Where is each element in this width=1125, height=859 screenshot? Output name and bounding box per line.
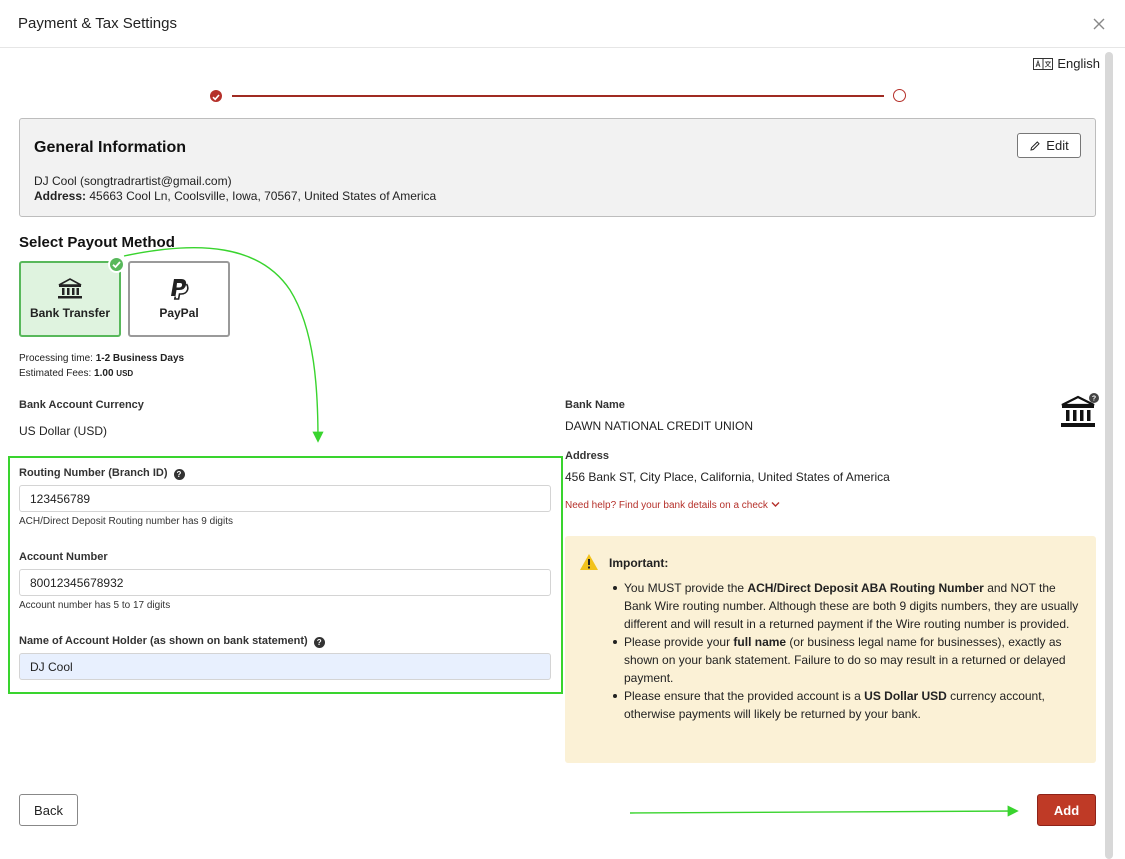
step-complete-icon [210,90,222,102]
annotation-arrow-straight [629,805,1019,817]
address-value: 45663 Cool Ln, Coolsville, Iowa, 70567, … [89,189,437,203]
currency-label: Bank Account Currency [19,399,144,411]
general-information-title: General Information [34,139,187,156]
dialog-title: Payment & Tax Settings [18,15,177,32]
selected-check-icon [108,256,125,273]
user-address: Address: 45663 Cool Ln, Coolsville, Iowa… [34,189,436,203]
chevron-down-icon [771,502,780,507]
processing-time: Processing time: 1-2 Business Days [19,353,184,364]
currency-value: US Dollar (USD) [19,424,108,438]
warning-icon [580,554,598,570]
back-button[interactable]: Back [19,794,78,826]
edit-button[interactable]: Edit [1017,133,1081,158]
payout-method-bank-transfer[interactable]: Bank Transfer [19,261,121,337]
scrollbar[interactable] [1105,52,1113,859]
bank-name-label: Bank Name [565,399,625,411]
step-pending-icon [893,89,906,102]
processing-value: 1-2 Business Days [95,353,185,364]
bank-icon [58,278,82,299]
user-name-email: DJ Cool (songtradrartist@gmail.com) [34,174,232,188]
progress-stepper [210,89,906,103]
close-icon[interactable] [1087,12,1111,36]
pencil-icon [1030,140,1041,151]
dialog-header: Payment & Tax Settings [0,0,1125,48]
help-link-label: Need help? Find your bank details on a c… [565,500,768,511]
important-title: Important: [609,556,669,570]
general-information-card: General Information DJ Cool (songtradrar… [19,118,1096,217]
bank-address-label: Address [565,450,610,462]
payout-method-paypal[interactable]: PayPal [128,261,230,337]
svg-text:?: ? [1092,396,1096,403]
list-item: Please ensure that the provided account … [613,687,1079,723]
list-item: You MUST provide the ACH/Direct Deposit … [613,581,1079,631]
bank-name-value: DAWN NATIONAL CREDIT UNION [565,419,754,433]
list-item: Please provide your full name (or busine… [613,633,1079,687]
bank-address-value: 456 Bank ST, City Place, California, Uni… [565,470,890,484]
fees-value: 1.00 [94,368,114,379]
edit-label: Edit [1046,138,1069,153]
important-list: You MUST provide the ACH/Direct Deposit … [613,579,1079,723]
paypal-label: PayPal [159,306,199,320]
fees-currency: USD [116,369,134,378]
bank-transfer-label: Bank Transfer [29,306,111,320]
bank-help-icon[interactable]: ? [1060,392,1100,432]
processing-label: Processing time: [19,353,93,364]
language-label: English [1057,56,1100,71]
add-button[interactable]: Add [1037,794,1096,826]
estimated-fees: Estimated Fees: 1.00 USD [19,368,133,379]
payout-method-title: Select Payout Method [19,234,175,251]
fees-label: Estimated Fees: [19,368,92,379]
bank-details-help-link[interactable]: Need help? Find your bank details on a c… [565,500,780,511]
language-selector[interactable]: English [1033,56,1100,71]
paypal-icon [171,279,189,300]
annotation-highlight-box [8,456,563,694]
address-label: Address: [34,189,87,203]
important-notice: Important: You MUST provide the ACH/Dire… [565,536,1096,763]
stepper-line [232,95,884,97]
translate-icon [1033,57,1054,70]
